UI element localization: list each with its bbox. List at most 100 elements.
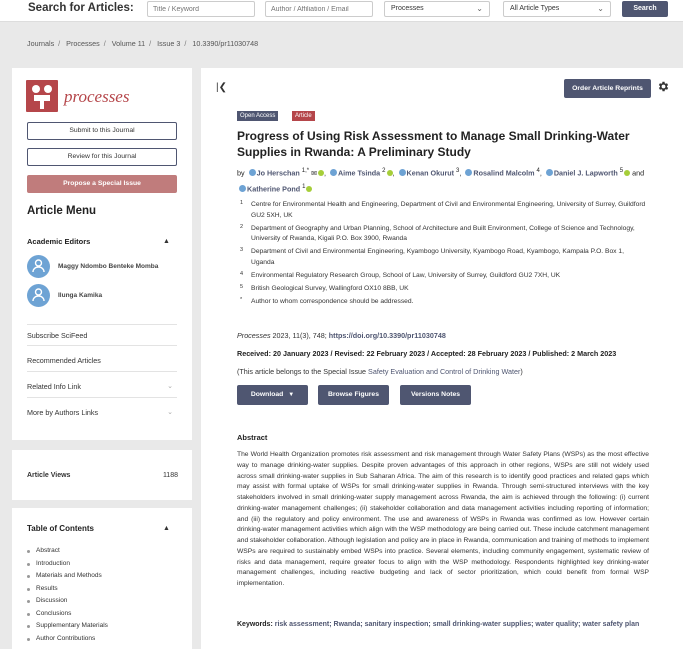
order-reprints-button[interactable]: Order Article Reprints <box>564 79 651 98</box>
toc-item[interactable]: Conclusions <box>27 608 108 621</box>
breadcrumb-doi: 10.3390/pr11030748 <box>192 39 259 48</box>
download-button[interactable]: Download ▼ <box>237 385 308 405</box>
author-sup: 1,* <box>301 168 310 174</box>
keywords-list[interactable]: risk assessment; Rwanda; sanitary inspec… <box>275 621 640 628</box>
by-label: by <box>237 168 245 178</box>
review-button[interactable]: Review for this Journal <box>27 148 177 166</box>
recommended-articles-link[interactable]: Recommended Articles <box>27 350 177 372</box>
affiliation-number: 4 <box>240 270 244 277</box>
author-name[interactable]: Katherine Pond <box>247 184 300 193</box>
author-icon <box>248 169 256 177</box>
search-bar: Search for Articles: Processes ⌄ All Art… <box>0 0 683 22</box>
toc-item[interactable]: Results <box>27 583 108 596</box>
chevron-down-icon: ⌄ <box>597 4 604 13</box>
more-by-authors-link[interactable]: More by Authors Links ⌄ <box>27 402 177 424</box>
browse-figures-button[interactable]: Browse Figures <box>318 385 389 405</box>
toc-title: Table of Contents <box>27 524 94 533</box>
affiliation-text: Author to whom correspondence should be … <box>251 297 414 305</box>
toc-item[interactable]: Materials and Methods <box>27 570 108 583</box>
editor-name[interactable]: Maggy Ndombo Benteke Momba <box>58 263 158 270</box>
citation-details: 2023, 11(3), 748; <box>270 331 329 340</box>
editor-name[interactable]: Ilunga Kamika <box>58 292 102 299</box>
author-sup: 3 <box>456 168 460 174</box>
special-issue-note: (This article belongs to the Special Iss… <box>237 367 523 376</box>
affiliation-text: Environmental Regulatory Research Group,… <box>251 271 561 279</box>
gear-icon[interactable] <box>657 80 670 93</box>
toc-item[interactable]: Introduction <box>27 558 108 571</box>
affiliation-text: Centre for Environmental Health and Engi… <box>251 201 646 219</box>
breadcrumb-volume[interactable]: Volume 11 <box>112 39 145 48</box>
affiliation-text: Department of Geography and Urban Planni… <box>251 224 635 243</box>
affiliation-item: * Author to whom correspondence should be… <box>237 297 647 308</box>
breadcrumb-processes[interactable]: Processes <box>66 39 100 48</box>
propose-special-issue-button[interactable]: Propose a Special Issue <box>27 175 177 193</box>
toc-item[interactable]: Author Contributions <box>27 633 108 646</box>
article-type-value: All Article Types <box>510 5 560 12</box>
toc-list: Abstract Introduction Materials and Meth… <box>27 545 108 645</box>
chevron-down-icon: ⌄ <box>167 409 173 416</box>
citation-journal: Processes <box>237 331 271 340</box>
search-button[interactable]: Search <box>622 1 668 17</box>
author-affiliation-input[interactable] <box>265 1 373 17</box>
author-name[interactable]: Kenan Okurut <box>407 168 455 177</box>
affiliation-number: 5 <box>240 283 244 290</box>
avatar <box>27 255 50 278</box>
author-name[interactable]: Daniel J. Lapworth <box>554 168 618 177</box>
breadcrumb-journals[interactable]: Journals <box>27 39 54 48</box>
side-link-label: Related Info Link <box>27 382 81 391</box>
title-keyword-input[interactable] <box>147 1 255 17</box>
subscribe-scifeed-link[interactable]: Subscribe SciFeed <box>27 324 177 346</box>
article-sidebar: processes Submit to this Journal Review … <box>12 68 192 440</box>
versions-notes-button[interactable]: Versions Notes <box>400 385 471 405</box>
breadcrumb: Journals / Processes / Volume 11/ Issue 3/… <box>27 39 259 48</box>
article-type-select[interactable]: All Article Types ⌄ <box>503 1 611 17</box>
abstract-text: The World Health Organization promotes r… <box>237 451 649 587</box>
article-views-count: 1188 <box>162 472 178 479</box>
affiliation-item: 3 Department of Civil and Environmental E… <box>237 247 647 268</box>
orcid-icon[interactable] <box>386 170 393 177</box>
author-sup: 5 <box>619 168 624 174</box>
orcid-icon[interactable] <box>306 186 313 193</box>
editor-item[interactable]: Ilunga Kamika <box>27 284 187 308</box>
academic-editors-title[interactable]: Academic Editors <box>27 237 90 246</box>
search-label: Search for Articles: <box>28 2 134 14</box>
journal-logo[interactable]: processes <box>26 80 176 114</box>
affiliation-number: 2 <box>240 223 244 230</box>
author-name[interactable]: Aime Tsinda <box>338 168 380 177</box>
affiliation-text: Department of Civil and Environmental En… <box>251 248 624 266</box>
doi-link[interactable]: https://doi.org/10.3390/pr11030748 <box>329 331 446 340</box>
email-icon[interactable]: ✉ <box>311 170 317 177</box>
toc-item[interactable]: Supplementary Materials <box>27 620 108 633</box>
author-sup: 2 <box>382 168 386 174</box>
chevron-down-icon: ▼ <box>288 392 295 398</box>
author-name[interactable]: Rosalind Malcolm <box>473 168 534 177</box>
special-issue-prefix: (This article belongs to the Special Iss… <box>237 367 369 376</box>
article-title: Progress of Using Risk Assessment to Man… <box>237 129 630 159</box>
submit-button[interactable]: Submit to this Journal <box>27 122 177 140</box>
author-icon <box>329 169 337 177</box>
special-issue-link[interactable]: Safety Evaluation and Control of Drinkin… <box>368 367 520 376</box>
author-list: by Jo Herschan 1,* ✉, Aime Tsinda 2, Ken… <box>237 168 645 194</box>
chevron-up-icon[interactable]: ▲ <box>163 238 170 245</box>
citation: Processes 2023, 11(3), 748; https://doi.… <box>237 331 446 340</box>
related-info-link[interactable]: Related Info Link ⌄ <box>27 376 177 398</box>
orcid-icon[interactable] <box>317 170 324 177</box>
abstract-heading: Abstract <box>237 433 268 442</box>
breadcrumb-issue[interactable]: Issue 3 <box>157 39 180 48</box>
toc-item[interactable]: Abstract <box>27 545 108 558</box>
affiliation-number: 1 <box>240 200 244 206</box>
processes-logo-icon <box>26 80 58 112</box>
and-label: and <box>632 168 645 178</box>
keywords-label: Keywords: <box>237 621 273 628</box>
article-menu-title: Article Menu <box>27 205 97 217</box>
orcid-icon[interactable] <box>624 170 631 177</box>
author-icon <box>545 169 553 177</box>
collapse-sidebar-icon[interactable]: |❮ <box>216 82 227 93</box>
toc-item[interactable]: Discussion <box>27 595 108 608</box>
affiliation-number: 3 <box>240 247 244 253</box>
journal-select[interactable]: Processes ⌄ <box>384 1 490 17</box>
publication-dates: Received: 20 January 2023 / Revised: 22 … <box>237 349 617 358</box>
editor-item[interactable]: Maggy Ndombo Benteke Momba <box>27 255 187 279</box>
author-name[interactable]: Jo Herschan <box>257 168 300 177</box>
chevron-up-icon[interactable]: ▲ <box>163 525 170 532</box>
